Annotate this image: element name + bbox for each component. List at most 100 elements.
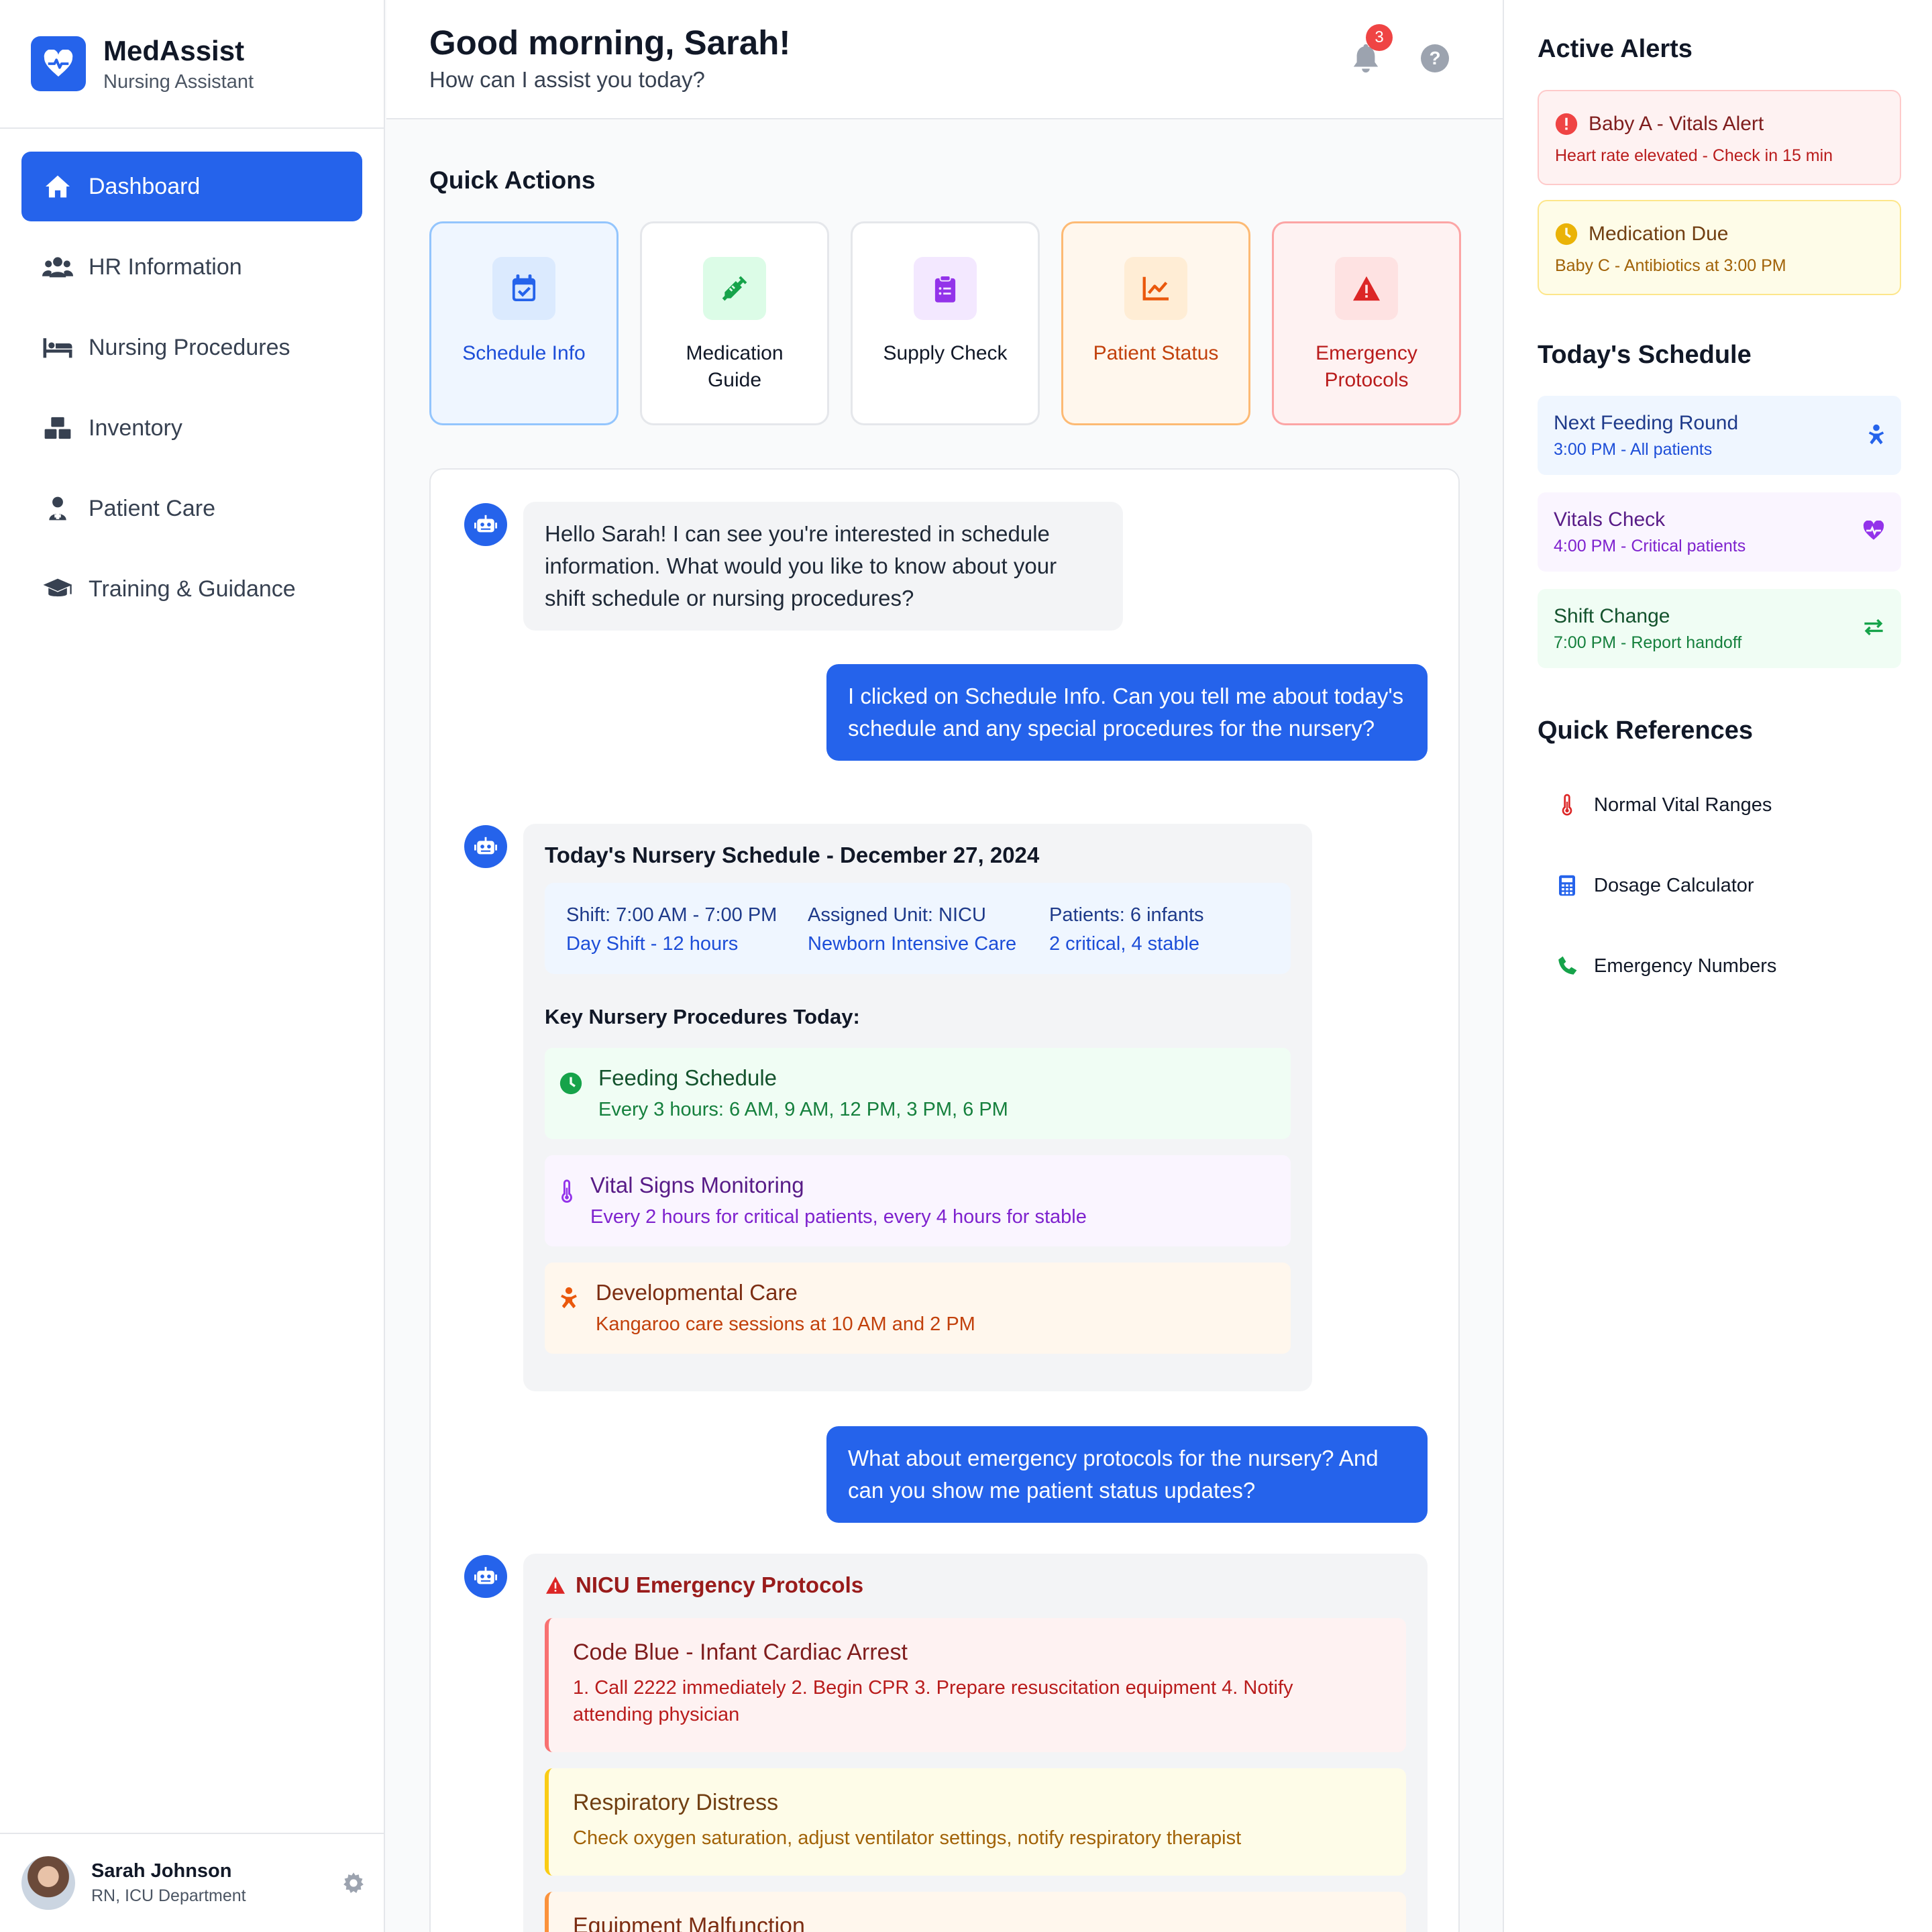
procedure-title: Vital Signs Monitoring xyxy=(590,1173,804,1197)
procedures-title: Key Nursery Procedures Today: xyxy=(545,1005,860,1028)
settings-gear-icon[interactable] xyxy=(342,1872,365,1898)
brand[interactable]: MedAssist Nursing Assistant xyxy=(0,0,384,129)
syringe-icon xyxy=(703,257,766,320)
bot-avatar-robot-icon xyxy=(464,503,507,546)
nav-label: Nursing Procedures xyxy=(89,334,290,360)
procedure-feeding: Feeding Schedule Every 3 hours: 6 AM, 9 … xyxy=(545,1048,1291,1139)
reference-label: Emergency Numbers xyxy=(1594,955,1777,977)
alert-detail: Baby C - Antibiotics at 3:00 PM xyxy=(1555,256,1786,275)
procedure-detail: Every 3 hours: 6 AM, 9 AM, 12 PM, 3 PM, … xyxy=(598,1099,1008,1120)
alert-title: Baby A - Vitals Alert xyxy=(1589,113,1764,135)
quick-action-label: Emergency Protocols xyxy=(1316,342,1417,391)
schedule-item-time: 3:00 PM - All patients xyxy=(1554,440,1713,459)
quick-action-label: Patient Status xyxy=(1093,342,1219,364)
nav-item-inventory[interactable]: Inventory xyxy=(21,393,362,463)
chart-line-icon xyxy=(1124,257,1187,320)
heart-pulse-icon xyxy=(1862,520,1885,544)
nav-item-training-guidance[interactable]: Training & Guidance xyxy=(21,554,362,624)
greeting-subtitle: How can I assist you today? xyxy=(429,67,705,92)
schedule-item-feeding[interactable]: Next Feeding Round 3:00 PM - All patient… xyxy=(1538,396,1901,475)
bot-message: Hello Sarah! I can see you're interested… xyxy=(523,502,1123,631)
quick-actions-title: Quick Actions xyxy=(429,166,596,194)
bot-avatar-robot-icon xyxy=(464,1555,507,1598)
schedule-item-time: 7:00 PM - Report handoff xyxy=(1554,633,1742,652)
patients-info: Patients: 6 infants 2 critical, 4 stable xyxy=(1049,904,1204,955)
nav-item-patient-care[interactable]: Patient Care xyxy=(21,474,362,543)
reference-normal-vital-ranges[interactable]: Normal Vital Ranges xyxy=(1538,773,1901,837)
bot-message-text: Hello Sarah! I can see you're interested… xyxy=(545,521,1057,610)
nav-item-dashboard[interactable]: Dashboard xyxy=(21,152,362,221)
protocol-code-blue: Code Blue - Infant Cardiac Arrest 1. Cal… xyxy=(545,1618,1406,1752)
schedule-item-title: Next Feeding Round xyxy=(1554,412,1739,434)
protocol-equipment-malfunction: Equipment Malfunction xyxy=(545,1892,1406,1932)
quick-action-supply-check[interactable]: Supply Check xyxy=(851,221,1040,425)
alert-title: Medication Due xyxy=(1589,223,1729,245)
user-message: I clicked on Schedule Info. Can you tell… xyxy=(826,664,1428,761)
user-message: What about emergency protocols for the n… xyxy=(826,1426,1428,1523)
quick-action-emergency-protocols[interactable]: Emergency Protocols xyxy=(1272,221,1461,425)
avatar xyxy=(21,1856,75,1910)
nav-label: HR Information xyxy=(89,254,242,280)
protocol-title: Code Blue - Infant Cardiac Arrest xyxy=(573,1640,908,1665)
warning-triangle-icon xyxy=(1335,257,1398,320)
right-panel: Active Alerts Baby A - Vitals Alert Hear… xyxy=(1503,0,1932,1932)
calendar-check-icon xyxy=(492,257,555,320)
quick-action-medication-guide[interactable]: Medication Guide xyxy=(640,221,829,425)
procedure-title: Developmental Care xyxy=(596,1280,798,1305)
info-primary: Patients: 6 infants xyxy=(1049,904,1204,926)
bot-emergency-message: NICU Emergency Protocols Code Blue - Inf… xyxy=(523,1554,1428,1932)
thermometer-icon xyxy=(1554,794,1580,816)
graduation-cap-icon xyxy=(42,578,74,600)
shift-info-box: Shift: 7:00 AM - 7:00 PM Day Shift - 12 … xyxy=(545,883,1291,974)
nav-label: Dashboard xyxy=(89,173,201,199)
schedule-item-vitals[interactable]: Vitals Check 4:00 PM - Critical patients xyxy=(1538,492,1901,572)
sidebar: MedAssist Nursing Assistant Dashboard HR… xyxy=(0,0,385,1932)
alert-vitals[interactable]: Baby A - Vitals Alert Heart rate elevate… xyxy=(1538,90,1901,185)
quick-action-label: Schedule Info xyxy=(462,342,586,364)
nav-label: Patient Care xyxy=(89,495,215,521)
unit-info: Assigned Unit: NICU Newborn Intensive Ca… xyxy=(808,904,1016,955)
info-primary: Shift: 7:00 AM - 7:00 PM xyxy=(566,904,777,926)
emergency-title-text: NICU Emergency Protocols xyxy=(576,1572,864,1597)
active-alerts-title: Active Alerts xyxy=(1538,35,1693,63)
clipboard-list-icon xyxy=(914,257,977,320)
nav-item-nursing-procedures[interactable]: Nursing Procedures xyxy=(21,313,362,382)
baby-icon xyxy=(1868,424,1885,449)
info-secondary: 2 critical, 4 stable xyxy=(1049,933,1200,955)
quick-action-schedule-info[interactable]: Schedule Info xyxy=(429,221,619,425)
reference-dosage-calculator[interactable]: Dosage Calculator xyxy=(1538,853,1901,918)
protocol-detail: Check oxygen saturation, adjust ventilat… xyxy=(573,1827,1242,1849)
info-secondary: Day Shift - 12 hours xyxy=(566,933,739,955)
schedule-item-time: 4:00 PM - Critical patients xyxy=(1554,537,1746,555)
warning-triangle-icon xyxy=(545,1576,566,1595)
protocol-detail: 1. Call 2222 immediately 2. Begin CPR 3.… xyxy=(573,1677,1293,1725)
chat-panel[interactable]: Hello Sarah! I can see you're interested… xyxy=(429,468,1460,1932)
boxes-icon xyxy=(42,416,74,440)
clock-icon xyxy=(559,1072,582,1098)
users-icon xyxy=(42,256,74,278)
alert-medication-due[interactable]: Medication Due Baby C - Antibiotics at 3… xyxy=(1538,200,1901,295)
procedure-detail: Kangaroo care sessions at 10 AM and 2 PM xyxy=(596,1313,975,1335)
alert-detail: Heart rate elevated - Check in 15 min xyxy=(1555,146,1833,165)
todays-schedule-title: Today's Schedule xyxy=(1538,341,1752,369)
procedure-vital-signs: Vital Signs Monitoring Every 2 hours for… xyxy=(545,1155,1291,1246)
exchange-arrows-icon xyxy=(1862,617,1885,641)
top-header: Good morning, Sarah! How can I assist yo… xyxy=(386,0,1503,119)
user-profile[interactable]: Sarah Johnson RN, ICU Department xyxy=(0,1833,385,1932)
nav-item-hr-information[interactable]: HR Information xyxy=(21,232,362,302)
reference-emergency-numbers[interactable]: Emergency Numbers xyxy=(1538,934,1901,998)
greeting-title: Good morning, Sarah! xyxy=(429,23,791,62)
quick-action-patient-status[interactable]: Patient Status xyxy=(1061,221,1250,425)
schedule-item-shift-change[interactable]: Shift Change 7:00 PM - Report handoff xyxy=(1538,589,1901,668)
protocol-respiratory-distress: Respiratory Distress Check oxygen satura… xyxy=(545,1768,1406,1876)
protocol-title: Equipment Malfunction xyxy=(573,1913,805,1932)
alert-circle-icon xyxy=(1555,113,1578,139)
help-icon[interactable]: ? xyxy=(1421,44,1449,72)
baby-icon xyxy=(559,1287,578,1313)
user-role: RN, ICU Department xyxy=(91,1886,246,1905)
procedure-title: Feeding Schedule xyxy=(598,1065,777,1090)
quick-references-title: Quick References xyxy=(1538,716,1754,745)
procedure-detail: Every 2 hours for critical patients, eve… xyxy=(590,1206,1087,1228)
brand-subtitle: Nursing Assistant xyxy=(103,70,254,93)
main-nav: Dashboard HR Information Nursing Procedu… xyxy=(0,129,384,657)
